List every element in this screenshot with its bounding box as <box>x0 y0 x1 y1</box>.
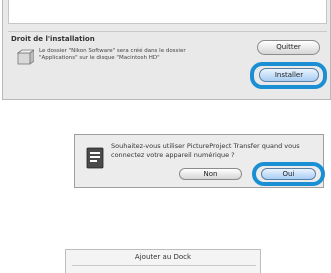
quit-button[interactable]: Quitter <box>257 40 320 55</box>
installer-content-area <box>8 0 327 24</box>
installer-dialog: Droit de l'installation Le dossier "Niko… <box>2 0 331 100</box>
transfer-question: Souhaitez-vous utiliser PictureProject T… <box>111 142 300 159</box>
add-to-dock-menu-item[interactable]: Ajouter au Dock <box>66 253 260 261</box>
install-message: Le dossier "Nikon Software" sera créé da… <box>39 48 209 62</box>
install-message-line2: "Applications" sur le disque "Macintosh … <box>39 55 160 61</box>
install-message-line1: Le dossier "Nikon Software" sera créé da… <box>39 48 186 54</box>
package-icon <box>16 49 34 65</box>
document-icon <box>86 147 104 169</box>
transfer-dialog: Souhaitez-vous utiliser PictureProject T… <box>74 134 325 188</box>
menu-separator <box>72 265 256 266</box>
dock-context-menu: Ajouter au Dock <box>65 249 261 273</box>
divider <box>8 31 327 32</box>
install-button[interactable]: Installer <box>259 68 319 82</box>
yes-button[interactable]: Oui <box>261 168 316 180</box>
no-button[interactable]: Non <box>179 168 242 180</box>
install-heading: Droit de l'installation <box>11 35 95 43</box>
